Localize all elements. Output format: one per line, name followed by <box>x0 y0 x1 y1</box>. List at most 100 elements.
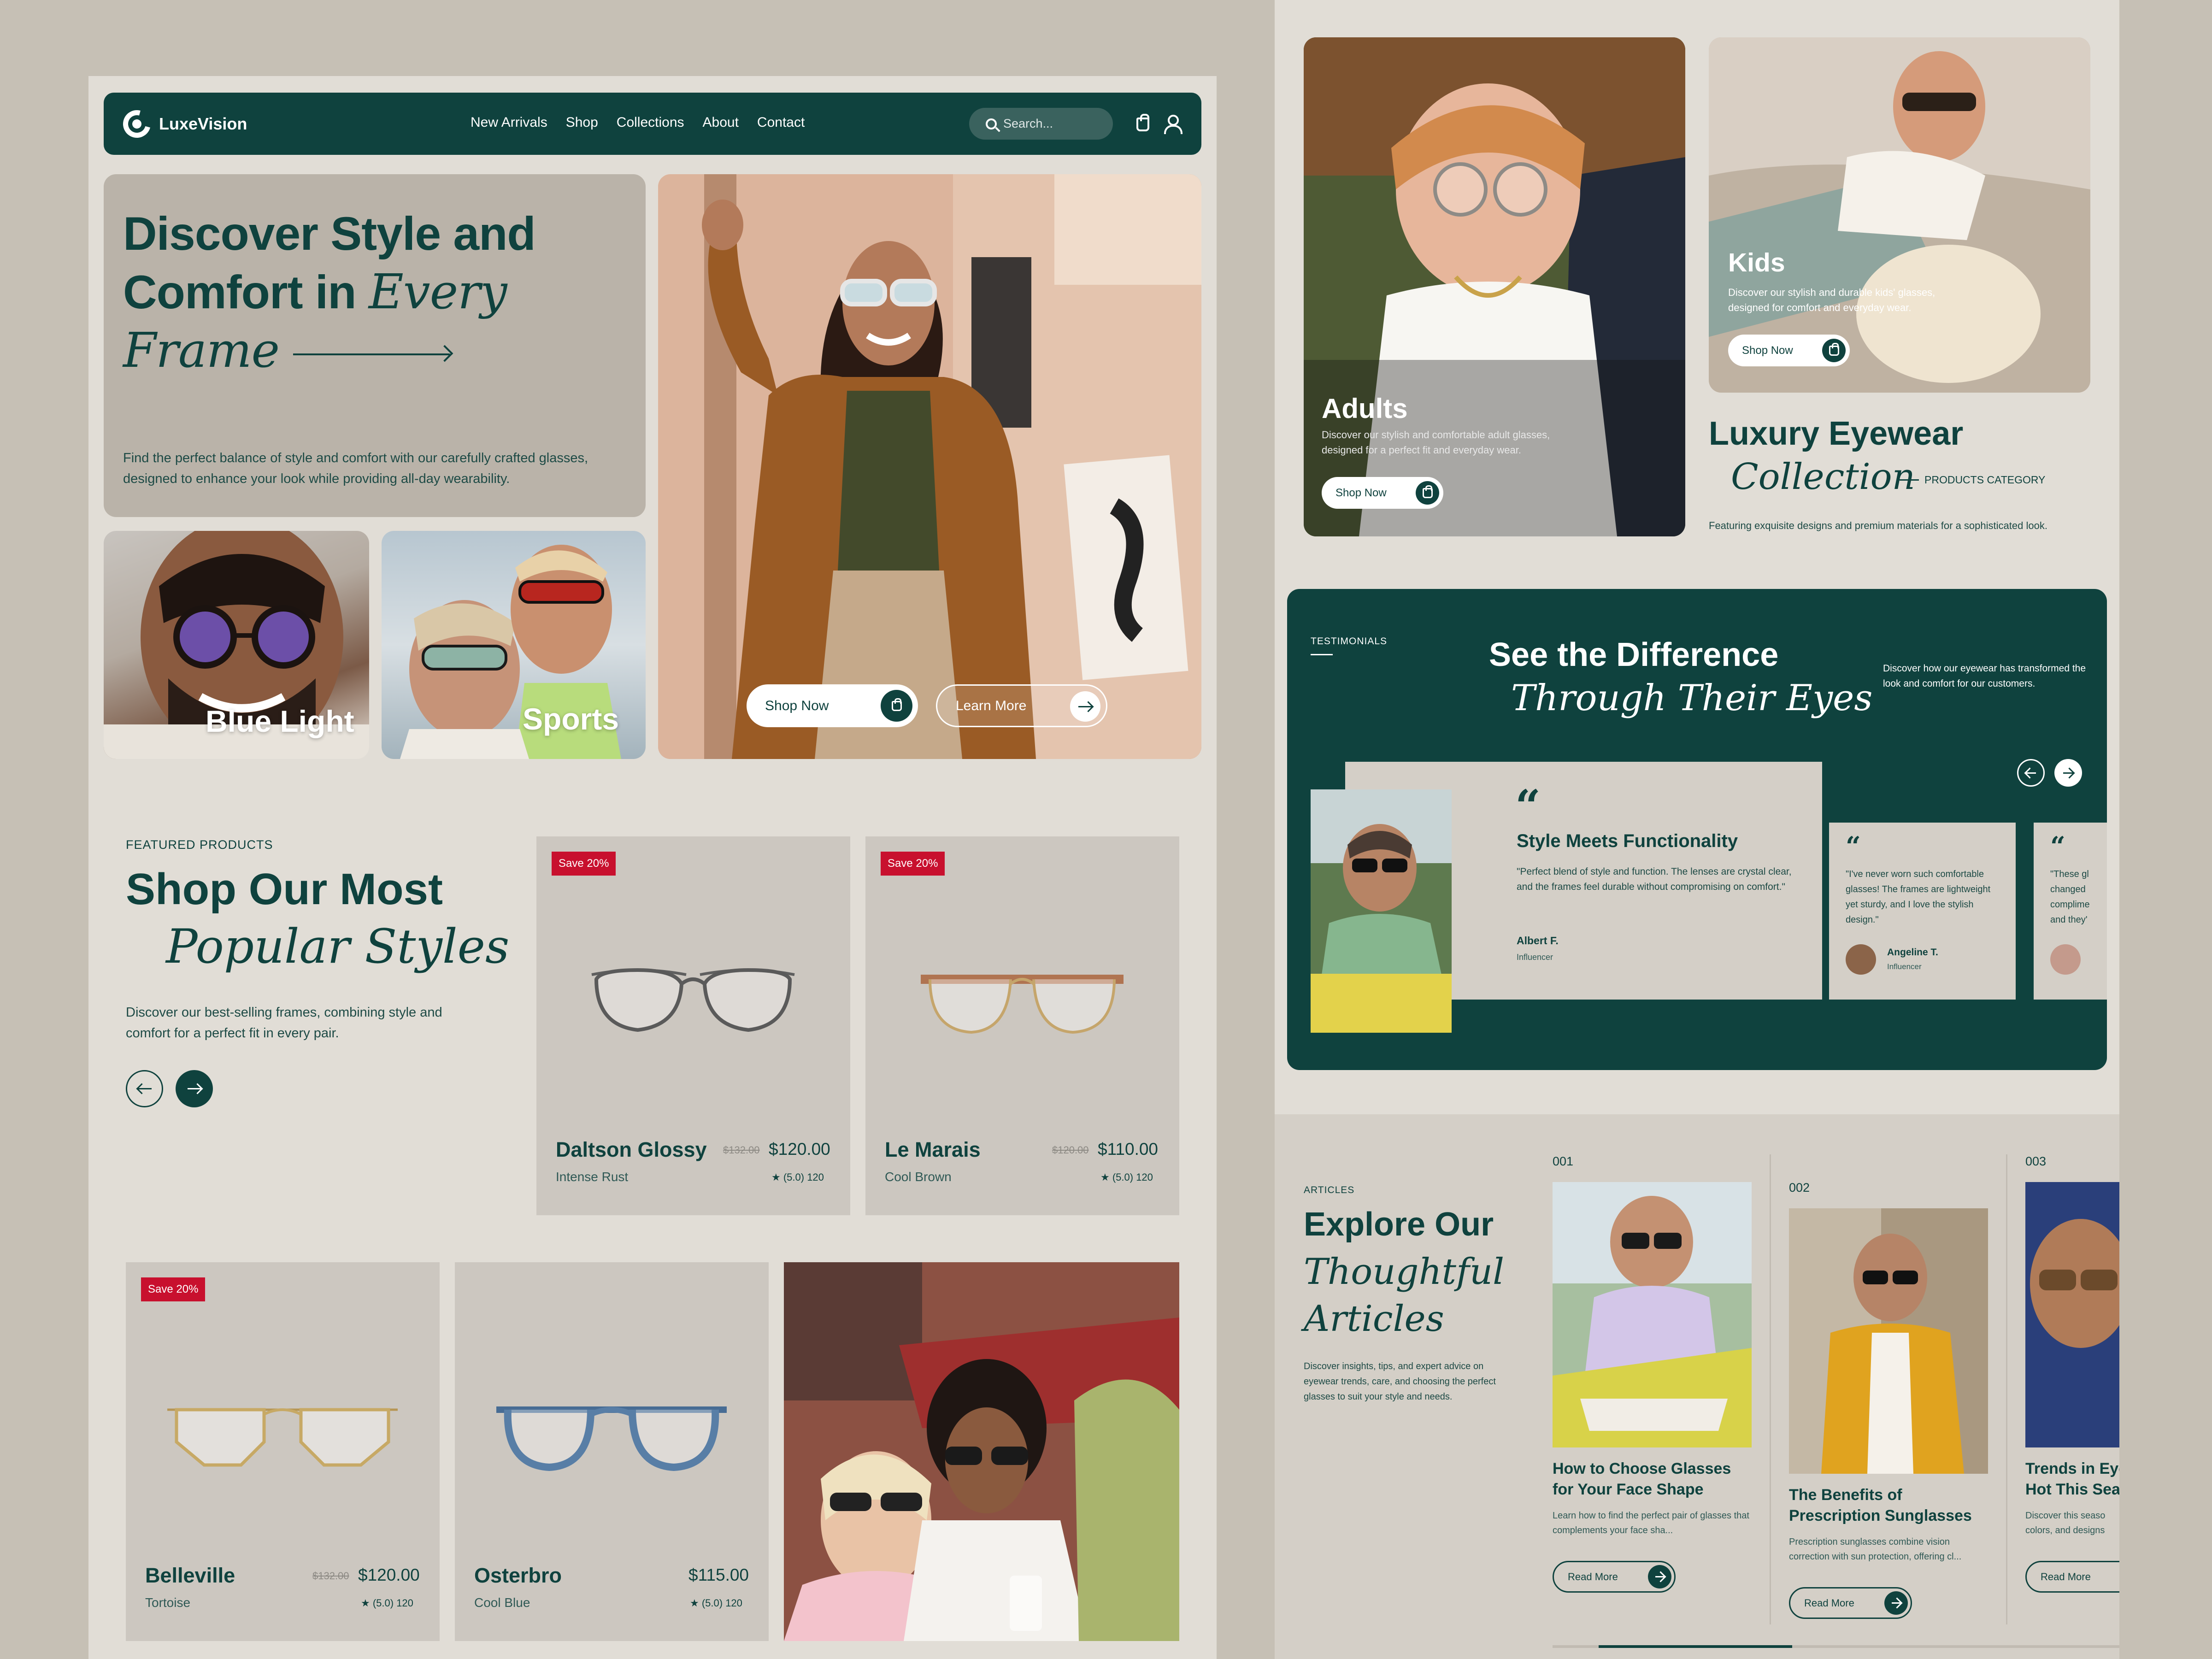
read-more-button[interactable]: Read More <box>1789 1587 1912 1619</box>
hero-model-illustration <box>658 174 1201 759</box>
category-kids[interactable]: Kids Discover our stylish and durable ki… <box>1709 37 2090 393</box>
top-navbar: LuxeVision New Arrivals Shop Collections… <box>104 93 1201 155</box>
product-old-price: $132.00 <box>723 1144 760 1156</box>
product-rating: ★ (5.0) 120 <box>690 1597 742 1609</box>
read-more-button[interactable]: Read More <box>2025 1561 2119 1593</box>
glasses-image <box>591 968 795 1032</box>
read-more-button[interactable]: Read More <box>1553 1561 1676 1593</box>
scroll-thumb[interactable] <box>1599 1645 1792 1648</box>
article-number: 001 <box>1553 1154 1574 1168</box>
hero-title-line1: Discover Style and <box>123 207 536 260</box>
brand-logo[interactable]: LuxeVision <box>118 105 247 143</box>
testimonial-card: “ "These gl changed complime and they' <box>2034 823 2107 1000</box>
adults-photo <box>1304 37 1685 536</box>
product-name: Osterbro <box>474 1564 562 1587</box>
product-color: Intense Rust <box>556 1170 629 1184</box>
shop-now-label: Shop Now <box>1742 344 1793 357</box>
product-price: $120.00 <box>358 1565 420 1584</box>
arrow-left-icon <box>2026 772 2036 774</box>
shop-now-button[interactable]: Shop Now <box>747 684 918 727</box>
testimonials-section: TESTIMONIALS See the Difference Through … <box>1287 589 2107 1070</box>
prev-button[interactable] <box>126 1070 163 1107</box>
featured-description: Discover our best-selling frames, combin… <box>126 1005 442 1041</box>
search-input[interactable]: Search... <box>969 108 1113 140</box>
cart-icon[interactable] <box>1136 114 1149 131</box>
star-icon: ★ <box>1100 1171 1112 1183</box>
product-card[interactable]: Save 20% Le Marais $120.00 $110.00 Cool … <box>865 836 1179 1215</box>
articles-scroll-indicator[interactable] <box>1553 1645 2119 1648</box>
category-sports[interactable]: Sports <box>382 531 646 759</box>
testimonial-title: Style Meets Functionality <box>1517 831 1738 851</box>
article-card[interactable]: 001 How to Choose Glasses for Your Face … <box>1553 1154 1760 1638</box>
product-name: Belleville <box>145 1564 235 1587</box>
testimonial-next-button[interactable] <box>2054 759 2082 787</box>
product-card[interactable]: Save 20% Daltson Glossy $132.00 $120.00 … <box>536 836 850 1215</box>
brand-name: LuxeVision <box>159 114 247 133</box>
adults-title: Adults <box>1322 393 1408 424</box>
shop-now-label: Shop Now <box>1335 486 1387 499</box>
hero-photo: Shop Now Learn More <box>658 174 1201 759</box>
bag-icon <box>1822 339 1846 362</box>
article-card[interactable]: 003 Trends in Eye Hot This Seas Discover… <box>2025 1154 2119 1638</box>
product-rating: ★ (5.0) 120 <box>1100 1171 1153 1183</box>
testimonials-title-italic: Through Their Eyes <box>1511 677 1873 719</box>
product-card[interactable]: Save 20% Belleville $132.00 $120.00 Tort… <box>126 1262 440 1641</box>
testimonial-role: Influencer <box>1887 962 1922 971</box>
articles-title: Explore Our <box>1304 1206 1494 1243</box>
article-photo-3 <box>2025 1182 2119 1447</box>
kids-shop-now-button[interactable]: Shop Now <box>1728 335 1850 366</box>
hero-title: Discover Style and Comfort in Every Fram… <box>123 205 630 380</box>
logo-icon <box>118 105 156 143</box>
hero-title-italic: Every <box>368 264 507 320</box>
articles-title-italic-2: Articles <box>1304 1298 1444 1340</box>
article-image <box>1789 1208 1988 1474</box>
hero-card: Discover Style and Comfort in Every Fram… <box>104 174 646 517</box>
hero-title-line2: Comfort in <box>123 266 357 318</box>
lifestyle-photo <box>784 1262 1179 1641</box>
articles-title-italic-1: Thoughtful <box>1304 1251 1505 1293</box>
article-photo-2 <box>1789 1208 1988 1474</box>
tag-dash <box>1900 479 1919 481</box>
luxury-description: Featuring exquisite designs and premium … <box>1709 520 2047 531</box>
article-divider <box>2006 1154 2007 1624</box>
testimonials-eyebrow: TESTIMONIALS <box>1311 636 1388 647</box>
category-adults[interactable]: Adults Discover our stylish and comforta… <box>1304 37 1685 536</box>
learn-more-label: Learn More <box>956 698 1027 713</box>
nav-link-collections[interactable]: Collections <box>617 115 684 130</box>
read-more-label: Read More <box>1568 1571 1618 1583</box>
product-old-price: $132.00 <box>312 1570 349 1582</box>
arrow-right-icon <box>187 1088 201 1089</box>
testimonial-author: Albert F. <box>1517 935 1559 947</box>
product-name: Daltson Glossy <box>556 1138 707 1161</box>
article-image <box>2025 1182 2119 1447</box>
nav-link-contact[interactable]: Contact <box>757 115 805 130</box>
article-image <box>1553 1182 1752 1447</box>
adults-shop-now-button[interactable]: Shop Now <box>1322 477 1443 509</box>
user-icon[interactable] <box>1164 115 1182 134</box>
testimonials-title: See the Difference <box>1489 636 1779 673</box>
rating-value: (5.0) 120 <box>783 1171 824 1183</box>
glasses-image <box>921 975 1124 1034</box>
nav-link-shop[interactable]: Shop <box>566 115 598 130</box>
category-blue-light[interactable]: Blue Light <box>104 531 369 759</box>
article-excerpt: Learn how to find the perfect pair of gl… <box>1553 1511 1749 1535</box>
nav-link-about[interactable]: About <box>703 115 739 130</box>
testimonial-prev-button[interactable] <box>2017 759 2045 787</box>
article-excerpt: Prescription sunglasses combine vision c… <box>1789 1537 1962 1562</box>
learn-more-button[interactable]: Learn More <box>936 684 1107 727</box>
article-title: Trends in Eye Hot This Seas <box>2025 1460 2119 1498</box>
next-button[interactable] <box>176 1070 213 1107</box>
avatar <box>1846 944 1876 975</box>
luxury-tag-label: PRODUCTS CATEGORY <box>1924 474 2046 486</box>
adults-description: Discover our stylish and comfortable adu… <box>1322 429 1550 456</box>
nav-links: New Arrivals Shop Collections About Cont… <box>471 115 823 130</box>
category-label-blue-light: Blue Light <box>206 704 354 738</box>
testimonial-photo <box>1311 789 1452 1033</box>
save-badge: Save 20% <box>552 852 616 876</box>
article-card[interactable]: 002 The Benefits of Prescription Sunglas… <box>1789 1181 1996 1641</box>
avatar <box>2050 944 2081 975</box>
arrow-right-icon <box>1648 1565 1671 1588</box>
nav-link-new-arrivals[interactable]: New Arrivals <box>471 115 547 130</box>
eyebrow-dash <box>1311 654 1333 655</box>
product-card[interactable]: Osterbro $115.00 Cool Blue ★ (5.0) 120 <box>455 1262 769 1641</box>
